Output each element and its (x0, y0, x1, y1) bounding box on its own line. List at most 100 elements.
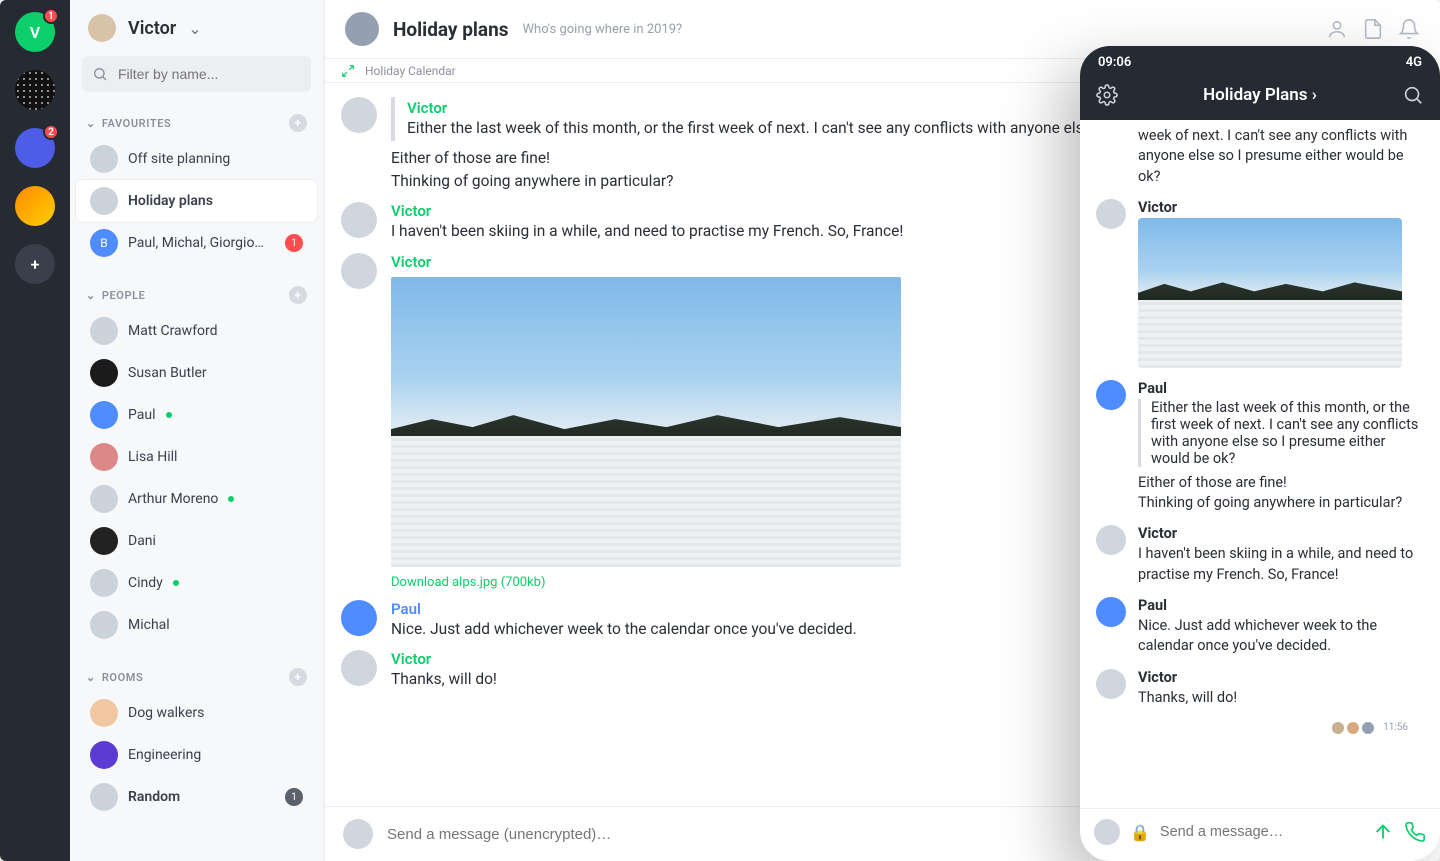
server-1[interactable] (15, 70, 55, 110)
read-time: 11:56 (1383, 722, 1408, 733)
message-avatar[interactable] (341, 253, 377, 289)
person-avatar (90, 359, 118, 387)
phone-composer-input[interactable] (1160, 824, 1362, 840)
username: Victor (128, 18, 176, 39)
person-avatar (90, 527, 118, 555)
room-avatar (90, 783, 118, 811)
room-random[interactable]: Random1 (76, 776, 317, 818)
fav-off-site-planning[interactable]: Off site planning (76, 138, 317, 180)
members-icon[interactable] (1326, 18, 1348, 40)
add-server-button[interactable]: + (15, 244, 55, 284)
lock-icon: 🔒 (1130, 823, 1150, 842)
phone-avatar[interactable] (1096, 669, 1126, 699)
phone-time: 09:06 (1098, 55, 1131, 70)
chevron-down-icon: ⌄ (86, 671, 96, 684)
phone-composer-avatar (1094, 819, 1120, 845)
fav-holiday-plans[interactable]: Holiday plans (76, 180, 317, 222)
search-icon (92, 66, 108, 82)
rooms-header[interactable]: ⌄ROOMS + (70, 660, 323, 692)
phone-status-bar: 09:06 4G (1080, 46, 1440, 76)
home-server-badge: 1 (43, 8, 59, 24)
phone-room-header: Holiday Plans › (1080, 76, 1440, 120)
chevron-down-icon: ⌄ (86, 289, 96, 302)
chevron-down-icon: ⌄ (188, 19, 201, 38)
unread-badge: 1 (285, 234, 303, 252)
phone-image[interactable] (1138, 218, 1402, 368)
home-server[interactable]: V 1 (15, 12, 55, 52)
room-avatar (345, 12, 379, 46)
room-engineering[interactable]: Engineering (76, 734, 317, 776)
phone-message: Paul Either the last week of this month,… (1096, 380, 1424, 514)
image-attachment[interactable] (391, 277, 901, 567)
phone-composer: 🔒 (1080, 808, 1440, 861)
phone-avatar[interactable] (1096, 199, 1126, 229)
message-avatar[interactable] (341, 650, 377, 686)
user-menu[interactable]: Victor ⌄ (70, 0, 323, 52)
server-rail: V 1 2 + (0, 0, 70, 861)
phone-preview: 09:06 4G Holiday Plans › week of next. I… (1080, 46, 1440, 861)
read-avatar (1332, 722, 1344, 734)
room-dog-walkers[interactable]: Dog walkers (76, 692, 317, 734)
message-avatar[interactable] (341, 202, 377, 238)
presence-online-icon (228, 496, 234, 502)
person-cindy[interactable]: Cindy (76, 562, 317, 604)
read-receipts: 11:56 (1096, 720, 1424, 734)
room-avatar (90, 187, 118, 215)
composer-avatar (343, 819, 373, 849)
person-paul[interactable]: Paul (76, 394, 317, 436)
send-icon[interactable] (1372, 821, 1394, 843)
sidebar: Victor ⌄ ⌄FAVOURITES + Off site planning… (70, 0, 324, 861)
phone-message: Paul Nice. Just add whichever week to th… (1096, 597, 1424, 657)
phone-message: week of next. I can't see any conflicts … (1096, 126, 1424, 187)
person-arthur[interactable]: Arthur Moreno (76, 478, 317, 520)
settings-icon[interactable] (1096, 84, 1118, 106)
read-avatar (1347, 722, 1359, 734)
phone-room-title[interactable]: Holiday Plans › (1203, 85, 1317, 105)
files-icon[interactable] (1362, 18, 1384, 40)
presence-online-icon (166, 412, 172, 418)
chevron-down-icon: ⌄ (86, 117, 96, 130)
favourites-header[interactable]: ⌄FAVOURITES + (70, 106, 323, 138)
phone-avatar[interactable] (1096, 525, 1126, 555)
person-lisa[interactable]: Lisa Hill (76, 436, 317, 478)
add-room-button[interactable]: + (289, 668, 307, 686)
room-topic: Who's going where in 2019? (523, 22, 683, 37)
phone-message: Victor Thanks, will do! (1096, 669, 1424, 708)
room-avatar (90, 699, 118, 727)
add-person-button[interactable]: + (289, 286, 307, 304)
message-avatar[interactable] (341, 600, 377, 636)
filter-input[interactable] (82, 56, 311, 92)
notifications-icon[interactable] (1398, 18, 1420, 40)
person-avatar (90, 485, 118, 513)
people-header[interactable]: ⌄PEOPLE + (70, 278, 323, 310)
person-dani[interactable]: Dani (76, 520, 317, 562)
app-window: V 1 2 + Victor ⌄ ⌄FAVOURITES + Off site … (0, 0, 1440, 861)
server-2[interactable]: 2 (15, 128, 55, 168)
message-avatar[interactable] (341, 97, 377, 133)
phone-avatar[interactable] (1096, 380, 1126, 410)
add-favourite-button[interactable]: + (289, 114, 307, 132)
search-icon[interactable] (1402, 84, 1424, 106)
room-avatar (90, 145, 118, 173)
person-avatar (90, 611, 118, 639)
room-title: Holiday plans (393, 18, 509, 41)
phone-avatar[interactable] (1096, 597, 1126, 627)
room-avatar (90, 741, 118, 769)
call-icon[interactable] (1404, 821, 1426, 843)
person-matt[interactable]: Matt Crawford (76, 310, 317, 352)
person-avatar (90, 401, 118, 429)
room-avatar: B (90, 229, 118, 257)
phone-message: Victor (1096, 199, 1424, 368)
person-susan[interactable]: Susan Butler (76, 352, 317, 394)
fav-group-chat[interactable]: BPaul, Michal, Giorgio…1 (76, 222, 317, 264)
read-avatar (1362, 722, 1374, 734)
download-link[interactable]: Download alps.jpg (700kb) (391, 575, 545, 590)
person-michal[interactable]: Michal (76, 604, 317, 646)
server-3[interactable] (15, 186, 55, 226)
phone-network: 4G (1406, 55, 1422, 70)
phone-reply-quote: Either the last week of this month, or t… (1138, 399, 1424, 467)
person-avatar (90, 443, 118, 471)
phone-timeline[interactable]: week of next. I can't see any conflicts … (1080, 120, 1440, 808)
apps-label: Holiday Calendar (365, 64, 456, 78)
user-avatar (88, 14, 116, 42)
